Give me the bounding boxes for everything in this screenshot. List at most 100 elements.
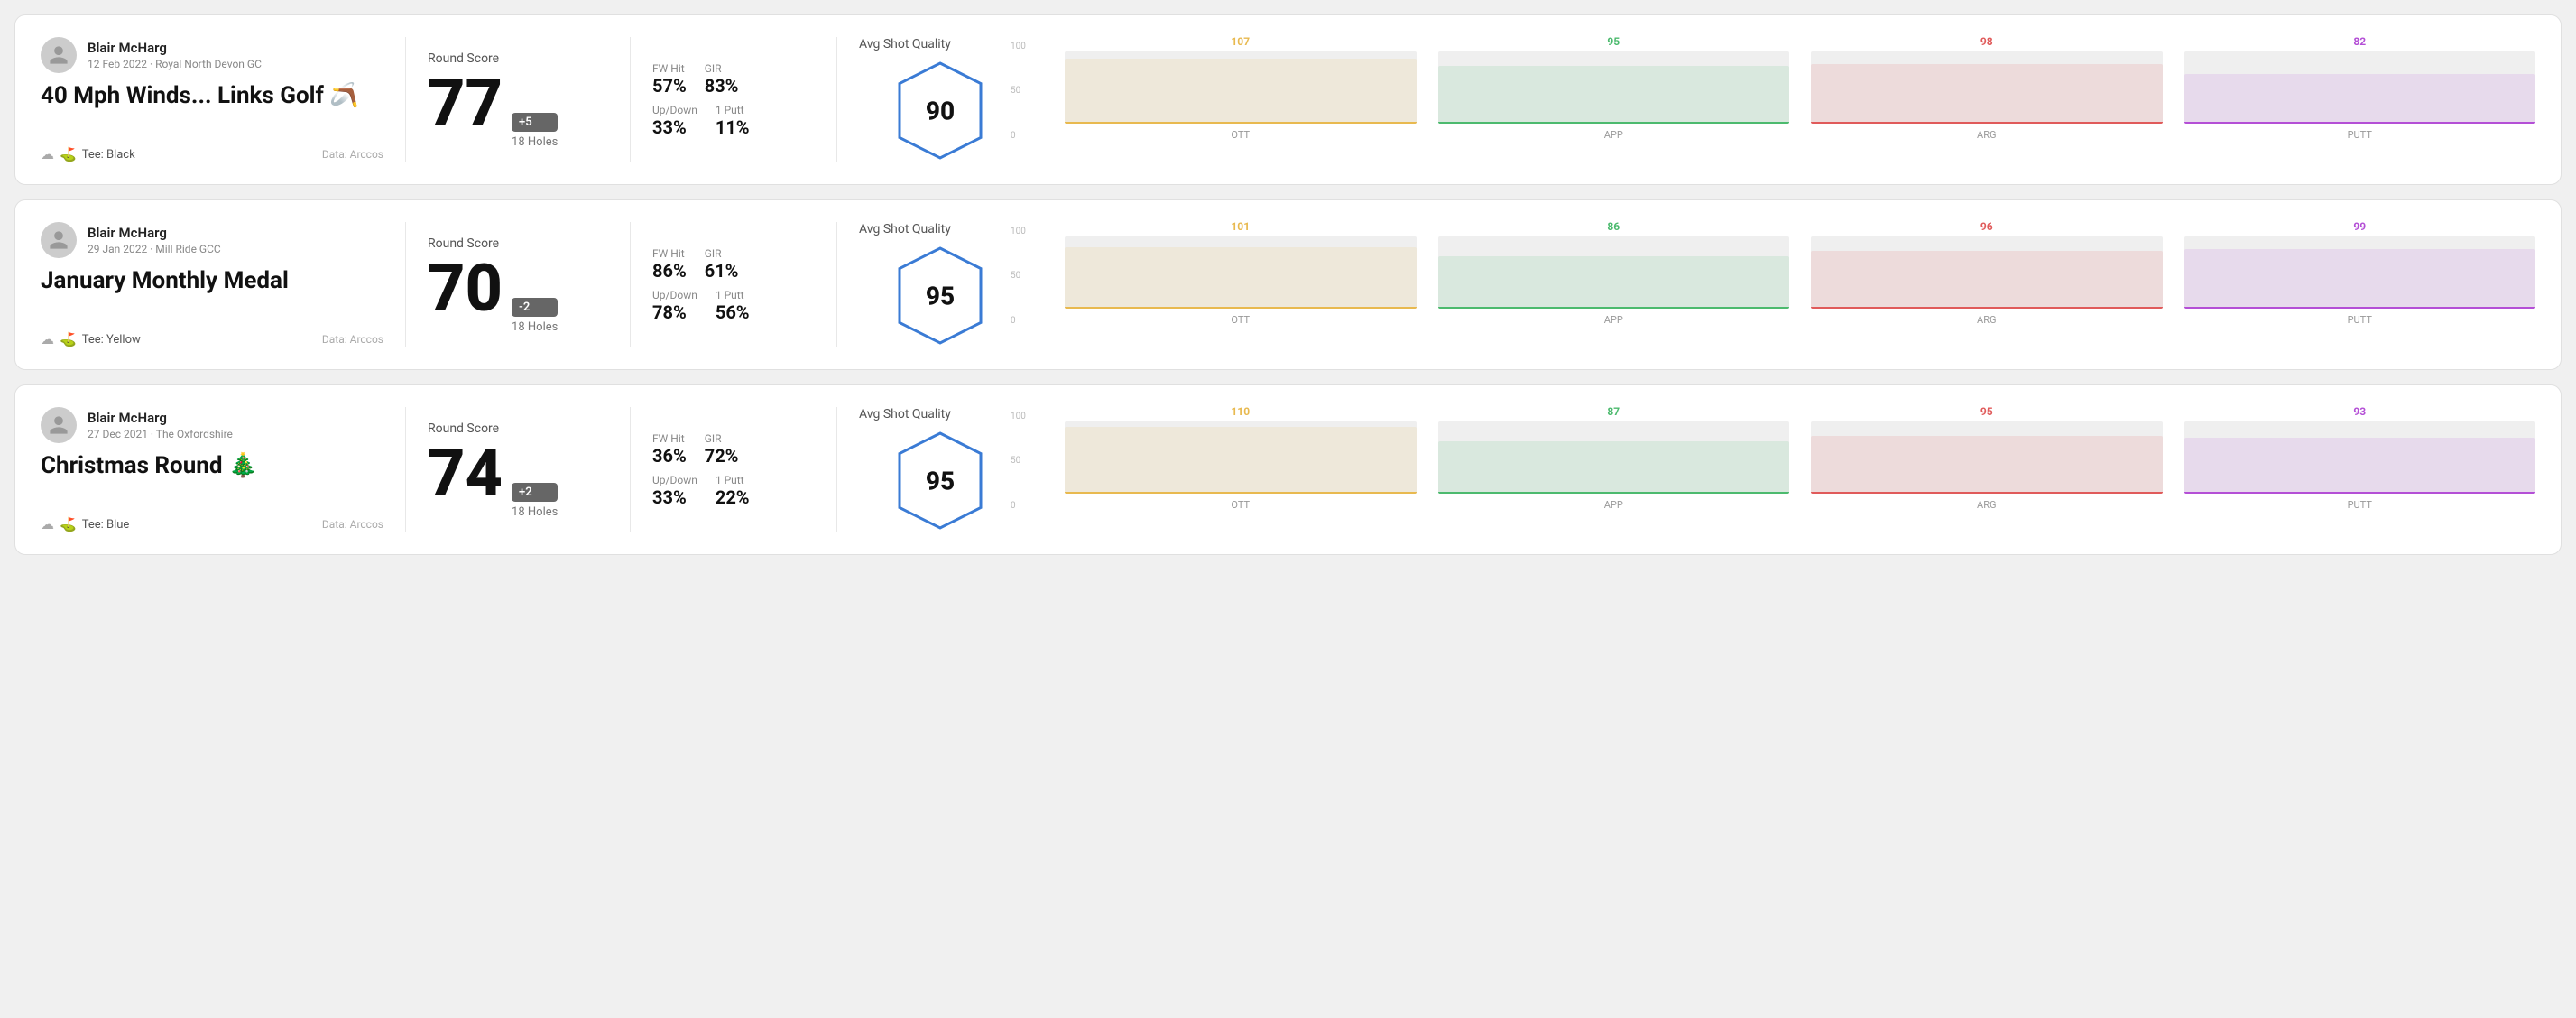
bar-line: [1065, 492, 1417, 494]
y-axis-label: 50: [1011, 271, 1026, 281]
bar-axis-label: ARG: [1977, 314, 1996, 326]
y-axis-label: 100: [1011, 42, 1026, 51]
chart-y-axis: 100 50 0: [1011, 227, 1026, 326]
bar-chart: 101 OTT 86 APP 96 ARG 99: [1065, 227, 2535, 344]
bar-line: [1811, 122, 2163, 124]
score-section-label: Round Score: [428, 421, 608, 436]
stats-row-bottom: Up/Down 78% 1 Putt 56%: [652, 289, 815, 323]
tee-label: Tee: Black: [82, 148, 135, 162]
avatar-icon: [48, 229, 69, 251]
stat-updown: Up/Down 33%: [652, 474, 697, 508]
bar-value-label: 93: [2353, 405, 2366, 418]
stat-gir: GIR 83%: [705, 62, 739, 97]
holes-text: 18 Holes: [512, 135, 558, 149]
stat-gir: GIR 61%: [705, 247, 739, 282]
avatar-icon: [48, 44, 69, 66]
bar-fill: [1811, 64, 2163, 123]
bar-line: [2184, 122, 2536, 124]
fw-hit-value: 36%: [652, 445, 687, 467]
y-axis-label: 0: [1011, 501, 1026, 511]
round-title: 40 Mph Winds... Links Golf 🪃: [41, 82, 383, 110]
score-badge: +2: [512, 483, 558, 502]
bar-wrapper: [1065, 51, 1417, 124]
user-info: Blair McHarg 29 Jan 2022 · Mill Ride GCC: [88, 225, 221, 255]
tee-bag-icon: ⛳: [60, 331, 77, 347]
fw-hit-value: 57%: [652, 75, 687, 97]
score-section: Round Score 77 +5 18 Holes: [428, 37, 608, 162]
bar-axis-label: ARG: [1977, 499, 1996, 511]
bar-fill: [1438, 441, 1790, 494]
score-section: Round Score 70 -2 18 Holes: [428, 222, 608, 347]
stat-fw-hit: FW Hit 86%: [652, 247, 687, 282]
bar-fill: [1811, 251, 2163, 309]
oneputt-label: 1 Putt: [716, 104, 750, 116]
bar-line: [1438, 122, 1790, 124]
chart-wrapper: 100500 107 OTT 95 APP 98: [1036, 42, 2535, 159]
gir-label: GIR: [705, 62, 739, 75]
y-axis-label: 100: [1011, 412, 1026, 421]
bar-axis-label: OTT: [1231, 314, 1250, 326]
vertical-divider: [405, 37, 406, 162]
bar-value-label: 98: [1980, 35, 1993, 48]
bar-column: 86 APP: [1438, 220, 1790, 326]
bar-axis-label: PUTT: [2348, 129, 2372, 141]
hexagon: 90: [895, 59, 985, 162]
weather-icon: ☁: [41, 331, 54, 347]
bar-fill: [1438, 256, 1790, 308]
score-section-label: Round Score: [428, 51, 608, 66]
bar-value-label: 96: [1980, 220, 1993, 233]
stat-fw-hit: FW Hit 36%: [652, 432, 687, 467]
chart-section: 100500 107 OTT 95 APP 98: [1021, 37, 2535, 162]
bar-axis-label: APP: [1604, 314, 1623, 326]
user-row: Blair McHarg 27 Dec 2021 · The Oxfordshi…: [41, 407, 383, 443]
y-axis-label: 50: [1011, 86, 1026, 96]
stats-row-top: FW Hit 36% GIR 72%: [652, 432, 815, 467]
quality-label: Avg Shot Quality: [859, 222, 951, 236]
quality-section: Avg Shot Quality 90: [859, 37, 1021, 162]
stat-updown: Up/Down 78%: [652, 289, 697, 323]
stat-updown: Up/Down 33%: [652, 104, 697, 138]
hexagon-container: 95: [859, 244, 1021, 347]
y-axis-label: 100: [1011, 227, 1026, 236]
hexagon: 95: [895, 429, 985, 532]
updown-value: 33%: [652, 116, 697, 138]
y-axis-label: 0: [1011, 316, 1026, 326]
bar-wrapper: [1438, 421, 1790, 494]
bar-column: 99 PUTT: [2184, 220, 2536, 326]
vertical-divider: [836, 37, 837, 162]
score-row: 74 +2 18 Holes: [428, 441, 608, 519]
oneputt-value: 11%: [716, 116, 750, 138]
bottom-row: ☁ ⛳ Tee: Blue Data: Arccos: [41, 516, 383, 532]
tee-bag-icon: ⛳: [60, 146, 77, 162]
bar-column: 107 OTT: [1065, 35, 1417, 141]
stats-row-bottom: Up/Down 33% 1 Putt 11%: [652, 104, 815, 138]
vertical-divider: [630, 37, 631, 162]
score-section-label: Round Score: [428, 236, 608, 251]
bar-axis-label: PUTT: [2348, 314, 2372, 326]
stat-oneputt: 1 Putt 56%: [716, 289, 750, 323]
quality-section: Avg Shot Quality 95: [859, 407, 1021, 532]
tee-bag-icon: ⛳: [60, 516, 77, 532]
updown-label: Up/Down: [652, 289, 697, 301]
bar-column: 93 PUTT: [2184, 405, 2536, 511]
user-info: Blair McHarg 12 Feb 2022 · Royal North D…: [88, 40, 262, 70]
bar-fill: [2184, 438, 2536, 494]
bar-line: [2184, 307, 2536, 309]
bar-column: 82 PUTT: [2184, 35, 2536, 141]
date-course: 12 Feb 2022 · Royal North Devon GC: [88, 58, 262, 70]
score-badge-col: -2 18 Holes: [512, 298, 558, 334]
round-title: January Monthly Medal: [41, 267, 383, 295]
vertical-divider: [836, 222, 837, 347]
stats-row-bottom: Up/Down 33% 1 Putt 22%: [652, 474, 815, 508]
data-source: Data: Arccos: [322, 148, 383, 161]
avatar-icon: [48, 414, 69, 436]
bar-fill: [2184, 249, 2536, 309]
gir-label: GIR: [705, 247, 739, 260]
bar-axis-label: ARG: [1977, 129, 1996, 141]
bar-wrapper: [1065, 236, 1417, 309]
bar-axis-label: PUTT: [2348, 499, 2372, 511]
user-row: Blair McHarg 29 Jan 2022 · Mill Ride GCC: [41, 222, 383, 258]
bar-axis-label: OTT: [1231, 499, 1250, 511]
bar-line: [1811, 492, 2163, 494]
tee-label: Tee: Blue: [82, 518, 130, 532]
